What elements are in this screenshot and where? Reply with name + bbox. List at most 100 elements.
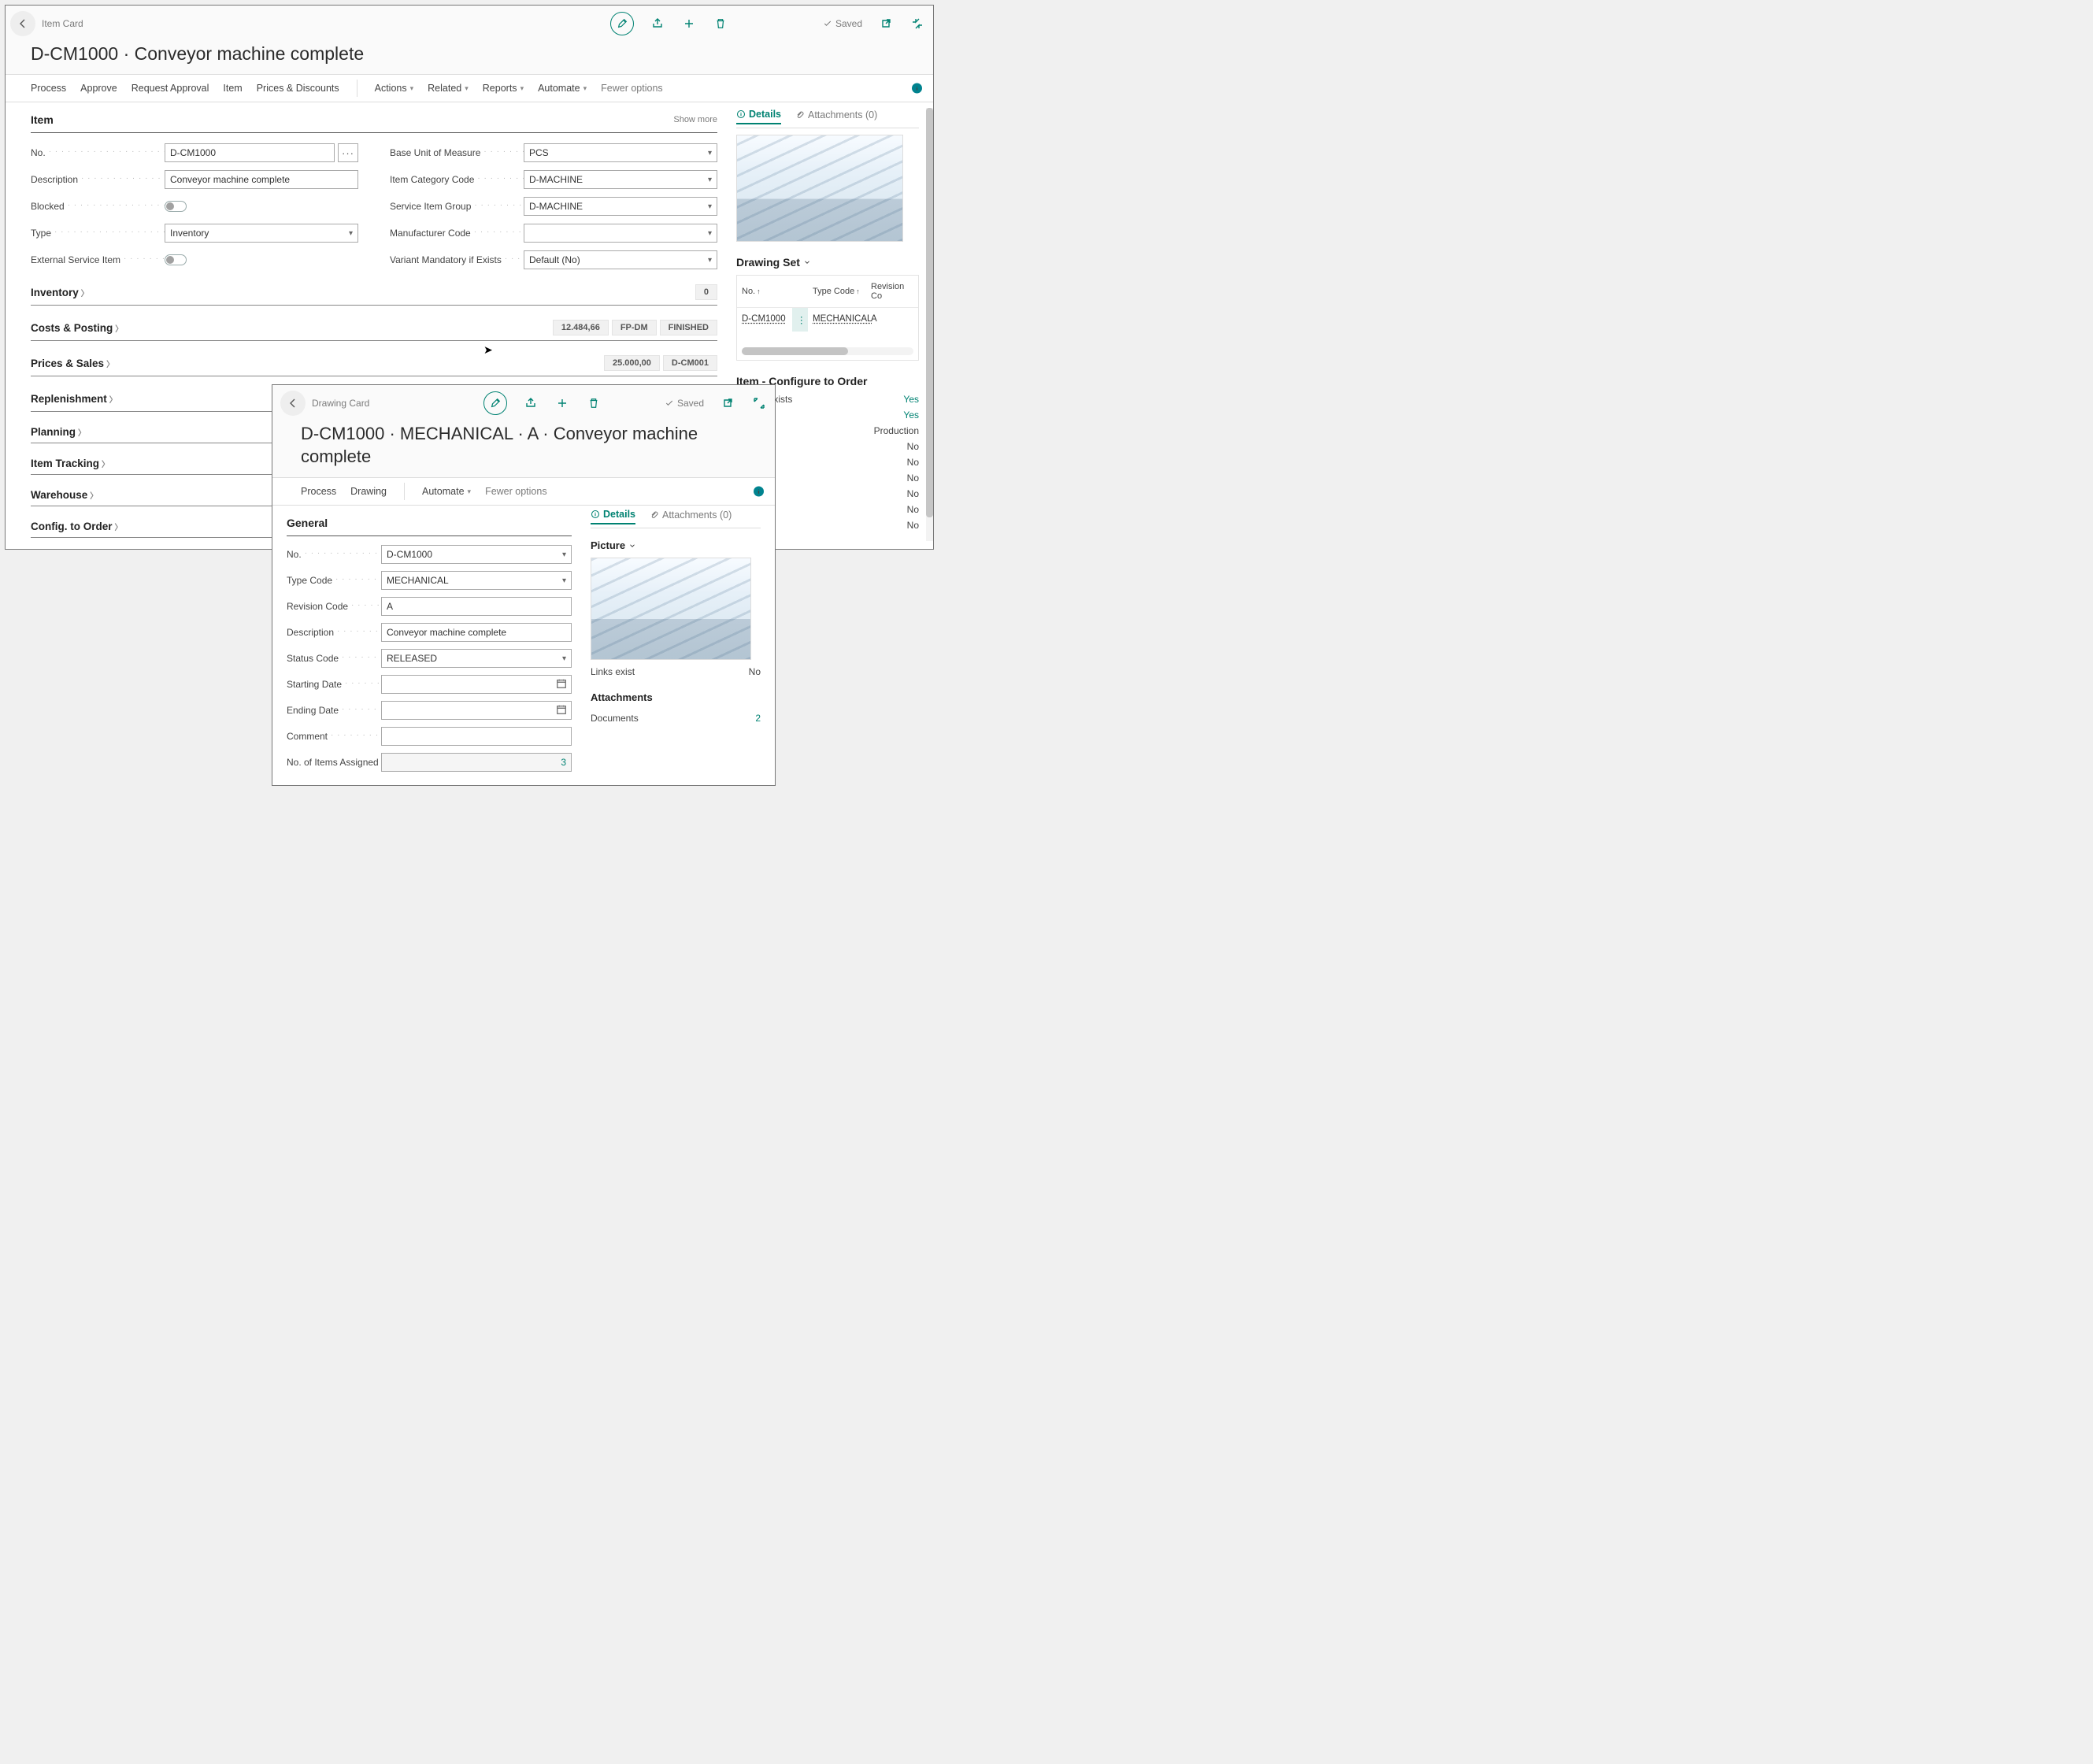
attachments-header[interactable]: Attachments xyxy=(591,677,761,710)
calendar-icon[interactable] xyxy=(556,704,567,717)
picture-header[interactable]: Picture xyxy=(591,535,761,558)
value-documents[interactable]: 2 xyxy=(755,713,761,724)
col-revision[interactable]: Revision Co xyxy=(866,276,904,307)
label-sub-no: No. xyxy=(287,549,381,560)
delete-button-sub[interactable] xyxy=(586,395,602,411)
col-type-code[interactable]: Type Code ↑ xyxy=(808,276,866,307)
config-row-value: No xyxy=(907,457,919,468)
label-service-group: Service Item Group xyxy=(390,201,524,212)
section-general-header[interactable]: General xyxy=(287,506,572,536)
item-picture[interactable] xyxy=(736,135,903,242)
edit-button-sub[interactable] xyxy=(483,391,507,415)
select-service-group[interactable]: D-MACHINE xyxy=(524,197,717,216)
arrow-left-icon xyxy=(17,17,29,30)
readonly-assigned-count[interactable]: 3 xyxy=(381,753,572,772)
cmd-drawing-sub[interactable]: Drawing xyxy=(350,486,387,497)
cmd-actions[interactable]: Actions xyxy=(375,83,414,94)
select-manufacturer-code[interactable] xyxy=(524,224,717,243)
tab-attachments[interactable]: Attachments (0) xyxy=(795,109,877,124)
input-sub-comment[interactable] xyxy=(381,727,572,746)
cmd-approve[interactable]: Approve xyxy=(80,83,117,94)
input-description[interactable] xyxy=(165,170,358,189)
cmd-process-sub[interactable]: Process xyxy=(301,486,336,497)
costs-status-tag: FINISHED xyxy=(660,320,717,335)
chevron-right-icon: 〉 xyxy=(106,358,114,369)
select-type[interactable]: Inventory xyxy=(165,224,358,243)
label-base-uom: Base Unit of Measure xyxy=(390,147,524,158)
drawing-set-header[interactable]: Drawing Set xyxy=(736,242,919,275)
select-variant-mandatory[interactable]: Default (No) xyxy=(524,250,717,269)
cmd-prices-discounts[interactable]: Prices & Discounts xyxy=(257,83,339,94)
toggle-ext-service[interactable] xyxy=(165,254,187,265)
label-category-code: Item Category Code xyxy=(390,174,524,185)
input-sub-description[interactable] xyxy=(381,623,572,642)
drawing-set-row[interactable]: D-CM1000 ⋮ MECHANICAL A xyxy=(737,308,918,332)
label-blocked: Blocked xyxy=(31,201,165,212)
row-menu-button[interactable]: ⋮ xyxy=(792,308,808,332)
config-row-value: No xyxy=(907,504,919,515)
ds-no-cell[interactable]: D-CM1000 xyxy=(737,308,792,332)
pencil-icon xyxy=(490,398,501,409)
pop-out-button[interactable] xyxy=(878,16,894,32)
cmd-related[interactable]: Related xyxy=(428,83,469,94)
cmd-item[interactable]: Item xyxy=(223,83,242,94)
input-sub-start-date[interactable] xyxy=(381,675,572,694)
select-base-uom[interactable]: PCS xyxy=(524,143,717,162)
input-no[interactable] xyxy=(165,143,335,162)
new-button-sub[interactable] xyxy=(554,395,570,411)
back-button-sub[interactable] xyxy=(280,391,306,416)
label-manufacturer-code: Manufacturer Code xyxy=(390,228,524,239)
info-icon xyxy=(755,488,762,495)
edit-button[interactable] xyxy=(610,12,634,35)
share-button[interactable] xyxy=(650,16,665,32)
calendar-icon[interactable] xyxy=(556,678,567,691)
label-no: No. xyxy=(31,147,165,158)
new-button[interactable] xyxy=(681,16,697,32)
input-sub-revision[interactable] xyxy=(381,597,572,616)
costs-code-tag: FP-DM xyxy=(612,320,657,335)
assist-no-button[interactable]: ··· xyxy=(338,143,358,162)
section-inventory[interactable]: Inventory〉 0 xyxy=(31,270,717,306)
pop-out-icon xyxy=(880,17,892,30)
cmd-process[interactable]: Process xyxy=(31,83,66,94)
input-sub-end-date[interactable] xyxy=(381,701,572,720)
drawing-picture[interactable] xyxy=(591,558,751,660)
select-category-code[interactable]: D-MACHINE xyxy=(524,170,717,189)
pop-out-button-sub[interactable] xyxy=(720,395,735,411)
chevron-right-icon: 〉 xyxy=(102,458,109,469)
section-item-header[interactable]: Item Show more xyxy=(31,102,717,133)
tab-attachments-sub[interactable]: Attachments (0) xyxy=(650,509,732,524)
expand-button-sub[interactable] xyxy=(751,395,767,411)
cmd-fewer-sub[interactable]: Fewer options xyxy=(485,486,547,497)
tab-details-sub[interactable]: Details xyxy=(591,509,635,524)
select-sub-status[interactable]: RELEASED xyxy=(381,649,572,668)
select-sub-type[interactable]: MECHANICAL xyxy=(381,571,572,590)
separator xyxy=(404,483,405,500)
chevron-right-icon: 〉 xyxy=(81,287,89,298)
cmd-request-approval[interactable]: Request Approval xyxy=(132,83,209,94)
cmd-automate-sub[interactable]: Automate xyxy=(422,486,471,497)
collapse-button[interactable] xyxy=(909,16,925,32)
info-badge-sub[interactable] xyxy=(754,487,764,497)
show-more-link[interactable]: Show more xyxy=(673,115,717,124)
toggle-blocked[interactable] xyxy=(165,201,187,212)
cmd-reports[interactable]: Reports xyxy=(483,83,524,94)
section-costs-posting[interactable]: Costs & Posting〉 12.484,66 FP-DM FINISHE… xyxy=(31,306,717,341)
info-icon xyxy=(913,85,921,92)
share-button-sub[interactable] xyxy=(523,395,539,411)
select-sub-no[interactable]: D-CM1000 xyxy=(381,545,572,564)
section-prices-sales[interactable]: Prices & Sales〉 25.000,00 D-CM001 xyxy=(31,341,717,376)
scrollbar[interactable] xyxy=(926,108,933,541)
cmd-fewer-options[interactable]: Fewer options xyxy=(601,83,663,94)
label-sub-desc: Description xyxy=(287,627,381,638)
delete-button[interactable] xyxy=(713,16,728,32)
ds-type-cell[interactable]: MECHANICAL xyxy=(808,308,866,332)
cmd-automate[interactable]: Automate xyxy=(538,83,587,94)
col-no[interactable]: No. ↑ xyxy=(737,276,792,307)
label-documents: Documents xyxy=(591,713,639,724)
info-badge[interactable] xyxy=(912,83,922,94)
label-sub-assigned: No. of Items Assigned xyxy=(287,757,381,768)
back-button[interactable] xyxy=(10,11,35,36)
horizontal-scrollbar[interactable] xyxy=(742,347,913,355)
tab-details[interactable]: Details xyxy=(736,109,781,124)
